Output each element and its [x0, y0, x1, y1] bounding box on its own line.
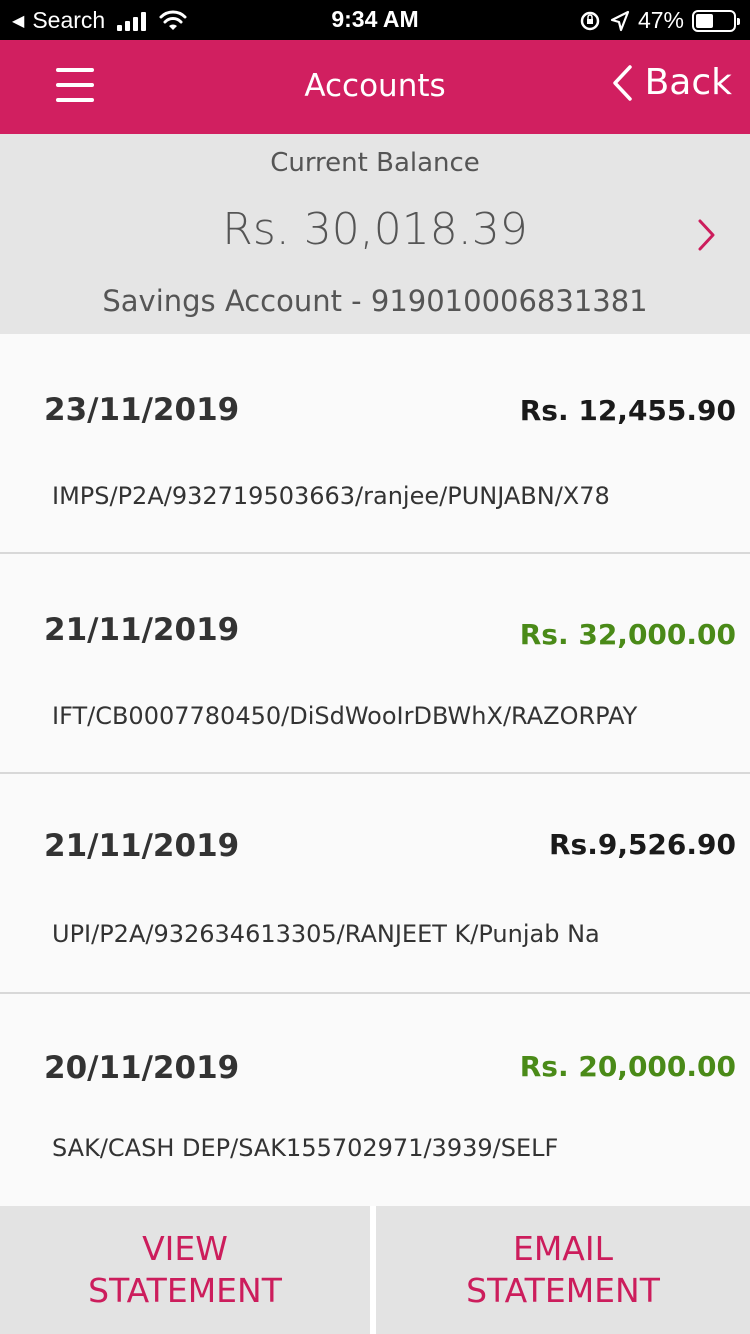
transaction-amount: Rs.9,526.90 — [548, 828, 736, 861]
email-statement-label-line2: STATEMENT — [466, 1271, 660, 1310]
status-right: 47% — [578, 7, 740, 34]
back-button[interactable]: Back — [611, 62, 732, 103]
chevron-left-icon — [612, 64, 632, 101]
transaction-description: IMPS/P2A/932719503663/ranjee/PUNJABN/X78 — [52, 482, 610, 510]
transaction-row[interactable]: 21/11/2019 Rs. 32,000.00 IFT/CB000778045… — [0, 554, 750, 774]
transaction-row[interactable]: 21/11/2019 Rs.9,526.90 UPI/P2A/932634613… — [0, 774, 750, 994]
transaction-description: IFT/CB0007780450/DiSdWooIrDBWhX/RAZORPAY — [52, 702, 638, 730]
transaction-row[interactable]: 20/11/2019 Rs. 20,000.00 SAK/CASH DEP/SA… — [0, 994, 750, 1206]
transaction-amount: Rs. 32,000.00 — [519, 618, 736, 651]
transaction-date: 21/11/2019 — [44, 612, 240, 648]
transaction-date: 20/11/2019 — [44, 1050, 240, 1086]
transaction-date: 23/11/2019 — [44, 392, 240, 428]
email-statement-label-line1: EMAIL — [512, 1229, 613, 1268]
transaction-list[interactable]: 23/11/2019 Rs. 12,455.90 IMPS/P2A/932719… — [0, 334, 750, 1206]
bottom-action-bar: VIEW STATEMENT EMAIL STATEMENT — [0, 1206, 750, 1334]
status-bar: ◀ Search 9:34 AM 47% — [0, 0, 750, 40]
battery-percent: 47% — [637, 7, 684, 33]
view-statement-label-line1: VIEW — [142, 1229, 228, 1268]
chevron-right-icon[interactable] — [696, 218, 716, 252]
account-number: Savings Account - 919010006831381 — [102, 284, 648, 318]
balance-caption: Current Balance — [270, 148, 480, 178]
email-statement-button[interactable]: EMAIL STATEMENT — [376, 1206, 750, 1334]
battery-nub — [737, 17, 740, 25]
transaction-row[interactable]: 23/11/2019 Rs. 12,455.90 IMPS/P2A/932719… — [0, 334, 750, 554]
balance-amount: Rs. 30,018.39 — [222, 204, 528, 255]
orientation-lock-icon — [580, 11, 600, 30]
location-arrow-icon — [610, 10, 630, 31]
battery-fill — [696, 13, 713, 28]
nav-bar: Accounts Back — [0, 40, 750, 134]
transaction-amount: Rs. 20,000.00 — [519, 1050, 736, 1083]
balance-header: Current Balance Rs. 30,018.39 Savings Ac… — [0, 134, 750, 334]
transaction-description: UPI/P2A/932634613305/RANJEET K/Punjab Na — [52, 920, 600, 948]
transaction-description: SAK/CASH DEP/SAK155702971/3939/SELF — [52, 1134, 559, 1162]
view-statement-button[interactable]: VIEW STATEMENT — [0, 1206, 370, 1334]
battery-icon — [692, 9, 740, 32]
view-statement-label-line2: STATEMENT — [88, 1271, 282, 1310]
back-label: Back — [644, 62, 732, 103]
transaction-date: 21/11/2019 — [44, 828, 240, 864]
transaction-amount: Rs. 12,455.90 — [519, 394, 736, 427]
